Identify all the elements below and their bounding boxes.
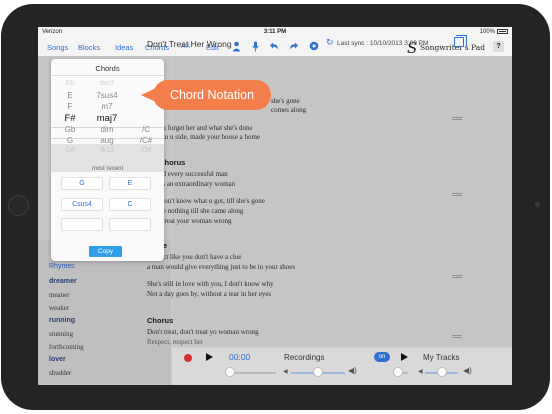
- pages-icon[interactable]: [454, 35, 467, 47]
- picker-bass-option[interactable]: /D#: [131, 147, 161, 154]
- picker-root-option[interactable]: E: [55, 91, 85, 100]
- picker-bass-option[interactable]: /C: [131, 125, 161, 134]
- tracks-toggle[interactable]: on: [374, 352, 390, 362]
- person-icon[interactable]: [231, 41, 241, 52]
- picker-quality-option[interactable]: dim7: [92, 80, 122, 87]
- popover-title: Chords: [95, 64, 120, 73]
- recordings-label[interactable]: Recordings: [284, 353, 324, 362]
- app-name: Songwriter's Pad: [420, 43, 486, 52]
- last-sync-label: Last sync : 10/10/2013 3:09 PM: [337, 40, 429, 47]
- record-button[interactable]: [184, 354, 192, 362]
- camera-icon: [535, 202, 540, 207]
- picker-quality-option[interactable]: 7sus4: [92, 91, 122, 100]
- picker-quality-selected[interactable]: maj7: [92, 113, 122, 124]
- main-toolbar: Songs Blocks Ideas Chords A A Edit S Son…: [38, 38, 512, 57]
- blocks-button[interactable]: Blocks: [78, 43, 100, 52]
- picker-root-option[interactable]: F: [55, 102, 85, 111]
- copy-button[interactable]: Copy: [89, 246, 122, 257]
- play-icon[interactable]: [206, 353, 213, 361]
- microphone-icon[interactable]: [250, 41, 260, 52]
- volume-low-icon: ◀: [418, 369, 423, 375]
- battery-status: 100%: [480, 29, 508, 35]
- ideas-button[interactable]: Ideas: [115, 43, 133, 52]
- recorder-bar: [172, 348, 512, 385]
- chord-notation-callout: Chord Notation: [153, 80, 271, 110]
- songs-button[interactable]: Songs: [47, 43, 68, 52]
- tracks-progress-knob[interactable]: [393, 367, 403, 377]
- recordings-volume-knob[interactable]: [313, 367, 323, 377]
- picker-bass-option[interactable]: /C#: [131, 136, 161, 145]
- playback-time: 00:00: [229, 352, 251, 362]
- picker-root-option[interactable]: G#: [55, 147, 85, 154]
- picker-quality-option[interactable]: dim: [92, 125, 122, 134]
- tracks-play-icon[interactable]: [401, 353, 408, 361]
- gear-icon[interactable]: [309, 41, 319, 52]
- recent-chord-chip-empty[interactable]: [109, 218, 151, 231]
- picker-quality-option[interactable]: aug: [92, 136, 122, 145]
- song-title[interactable]: Don't Treat Her Wrong: [147, 39, 232, 49]
- most-recent-label: most recent: [91, 166, 124, 172]
- help-button[interactable]: ?: [493, 41, 504, 52]
- recent-chord-chip[interactable]: G: [61, 177, 103, 190]
- recordings-progress-slider[interactable]: [230, 372, 276, 374]
- recordings-progress-knob[interactable]: [225, 367, 235, 377]
- undo-icon[interactable]: [269, 41, 279, 52]
- picker-root-option[interactable]: G: [55, 136, 85, 145]
- volume-high-icon: ◀): [463, 366, 472, 375]
- recent-chord-chip[interactable]: C: [109, 198, 151, 211]
- redo-icon[interactable]: [289, 41, 299, 52]
- volume-high-icon: ◀): [348, 366, 357, 375]
- recent-chord-chip-empty[interactable]: [61, 218, 103, 231]
- tracks-volume-knob[interactable]: [436, 367, 447, 377]
- clock: 3:11 PM: [263, 29, 287, 35]
- picker-root-option[interactable]: Gb: [55, 125, 85, 134]
- recent-chord-chip[interactable]: E: [109, 177, 151, 190]
- picker-root-option[interactable]: Eb: [55, 80, 85, 87]
- volume-low-icon: ◀: [283, 369, 288, 375]
- recent-chord-chip[interactable]: Csus4: [61, 198, 103, 211]
- picker-root-selected[interactable]: F#: [55, 113, 85, 124]
- sync-icon[interactable]: ↻: [326, 37, 334, 48]
- battery-icon: [497, 29, 508, 34]
- picker-quality-option[interactable]: 9/13: [92, 147, 122, 154]
- battery-percent: 100%: [479, 29, 495, 36]
- my-tracks-label[interactable]: My Tracks: [423, 353, 459, 362]
- home-button[interactable]: [8, 195, 29, 216]
- picker-quality-option[interactable]: m7: [92, 102, 122, 111]
- status-bar: Verizon 3:11 PM 100%: [38, 27, 512, 38]
